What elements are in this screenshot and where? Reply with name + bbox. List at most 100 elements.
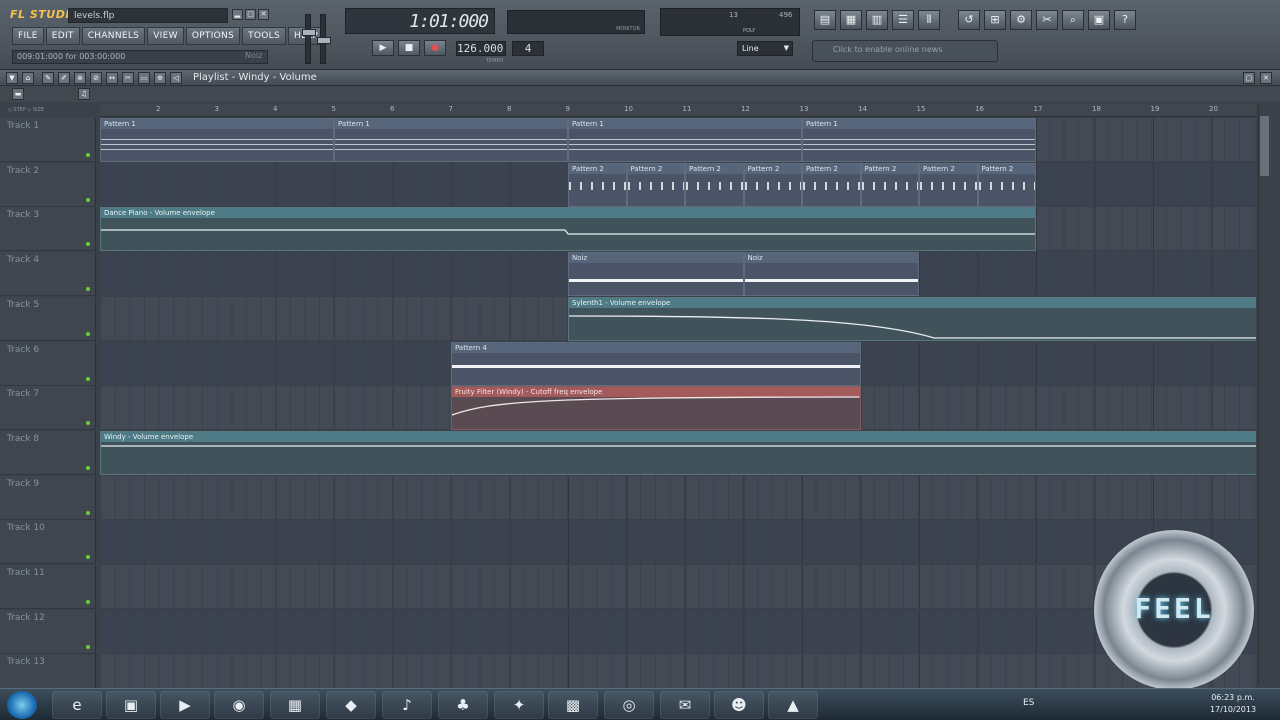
headphones-icon[interactable]: ♪ — [382, 691, 432, 719]
mixer-icon[interactable]: ⫴ — [918, 10, 940, 30]
pattern-clip[interactable]: Pattern 2 — [743, 162, 802, 207]
track-lane[interactable] — [100, 609, 1256, 654]
track-header[interactable]: Track 8 — [0, 430, 96, 475]
track-mute-led[interactable] — [86, 465, 90, 470]
maximize-icon[interactable]: ▢ — [245, 9, 256, 20]
track-header[interactable]: Track 13 — [0, 654, 96, 688]
play-button[interactable]: ▶ — [372, 40, 394, 56]
track-lane[interactable] — [100, 475, 1256, 520]
track-mute-led[interactable] — [86, 644, 90, 649]
timeline-ruler[interactable]: 2 3 4 5 6 7 8 9 10 11 12 13 14 15 16 17 18 19 20 — [100, 104, 1256, 117]
app-icon[interactable]: ▦ — [270, 691, 320, 719]
pattern-clip[interactable]: Pattern 2 — [919, 162, 978, 207]
browser-icon[interactable]: ☰ — [892, 10, 914, 30]
zoom-tool-icon[interactable]: ⊕ — [154, 72, 166, 84]
pattern-clip[interactable]: Pattern 2 — [860, 162, 919, 207]
app-icon[interactable]: ☻ — [714, 691, 764, 719]
track-header[interactable]: Track 12 — [0, 609, 96, 654]
track-header[interactable]: Track 7 — [0, 386, 96, 431]
track-mute-led[interactable] — [86, 376, 90, 381]
pattern-clip[interactable]: Pattern 2 — [977, 162, 1036, 207]
track-mute-led[interactable] — [86, 421, 90, 426]
pattern-clip[interactable]: Pattern 2 — [568, 162, 627, 207]
track-mute-led[interactable] — [86, 287, 90, 292]
pattern-clip[interactable]: Pattern 4 — [451, 341, 861, 386]
menu-channels[interactable]: CHANNELS — [81, 27, 146, 45]
menu-tools[interactable]: TOOLS — [242, 27, 287, 45]
pattern-clip[interactable]: Pattern 1 — [802, 118, 1036, 162]
track-header[interactable]: Track 2 — [0, 162, 96, 207]
envelope-clip[interactable]: Windy - Volume envelope — [100, 430, 1256, 475]
track-header[interactable]: Track 4 — [0, 252, 96, 297]
vertical-scrollbar[interactable] — [1258, 104, 1270, 684]
start-button[interactable] — [7, 691, 37, 719]
paint-tool-icon[interactable]: ✐ — [58, 72, 70, 84]
track-mute-led[interactable] — [86, 600, 90, 604]
audio-clip[interactable]: Noiz — [568, 252, 744, 297]
playlist-menu-icon[interactable]: ▼ — [6, 72, 18, 84]
plugin-icon[interactable]: ⚙ — [1010, 10, 1032, 30]
track-mute-led[interactable] — [86, 242, 90, 247]
pin-icon[interactable]: ⌂ — [22, 72, 34, 84]
delete-tool-icon[interactable]: ⊗ — [74, 72, 86, 84]
step-sequencer-icon[interactable]: ▦ — [840, 10, 862, 30]
envelope-clip[interactable]: Fruity Filter (Windy) - Cutoff freq enve… — [451, 386, 861, 431]
menu-file[interactable]: FILE — [12, 27, 44, 45]
language-indicator[interactable]: ES — [1023, 698, 1034, 708]
track-header[interactable]: Track 9 — [0, 475, 96, 520]
pattern-clip[interactable]: Pattern 2 — [685, 162, 744, 207]
playlist-icon[interactable]: ▤ — [814, 10, 836, 30]
slip-tool-icon[interactable]: ↔ — [106, 72, 118, 84]
track-mute-led[interactable] — [86, 555, 90, 560]
track-lane[interactable] — [100, 565, 1256, 609]
ie-icon[interactable]: e — [52, 691, 102, 719]
tempo-display[interactable]: 126.000 — [456, 41, 506, 56]
snap-icon[interactable]: ♫ — [78, 88, 90, 100]
pattern-clip[interactable]: Pattern 2 — [626, 162, 685, 207]
master-pitch-slider[interactable] — [317, 14, 331, 64]
track-header[interactable]: Track 5 — [0, 296, 96, 341]
track-lane[interactable] — [100, 520, 1256, 565]
pattern-clip[interactable]: Pattern 1 — [568, 118, 802, 162]
pattern-clip[interactable]: Pattern 2 — [802, 162, 861, 207]
envelope-clip[interactable]: Sylenth1 - Volume envelope — [568, 296, 1256, 341]
notes-icon[interactable]: ✉ — [660, 691, 710, 719]
track-lane[interactable] — [100, 654, 1256, 688]
maximize-icon[interactable]: ▢ — [1243, 72, 1255, 84]
track-header[interactable]: Track 3 — [0, 207, 96, 252]
snap-selector[interactable]: Line ▼ — [737, 41, 793, 56]
track-mute-led[interactable] — [86, 197, 90, 202]
select-tool-icon[interactable]: ▭ — [138, 72, 150, 84]
piano-roll-icon[interactable]: ▥ — [866, 10, 888, 30]
help-icon[interactable]: ? — [1114, 10, 1136, 30]
menu-view[interactable]: VIEW — [147, 27, 184, 45]
pattern-selector[interactable]: 4 — [512, 41, 544, 56]
playback-tool-icon[interactable]: ◁ — [170, 72, 182, 84]
pattern-clip[interactable]: Pattern 1 — [334, 118, 568, 162]
pattern-clip[interactable]: Pattern 1 — [100, 118, 334, 162]
fl-studio-icon[interactable]: ♣ — [438, 691, 488, 719]
track-mute-led[interactable] — [86, 510, 90, 515]
imgburn-icon[interactable]: ◎ — [604, 691, 654, 719]
menu-options[interactable]: OPTIONS — [185, 27, 241, 45]
track-mute-led[interactable] — [86, 153, 90, 157]
stop-button[interactable]: ■ — [398, 40, 420, 56]
cut-icon[interactable]: ✂ — [1036, 10, 1058, 30]
close-icon[interactable]: ✕ — [258, 9, 269, 20]
draw-tool-icon[interactable]: ✎ — [42, 72, 54, 84]
app-icon[interactable]: ◆ — [326, 691, 376, 719]
system-clock[interactable]: 06:23 p.m. 17/10/2013 — [1194, 692, 1272, 716]
search-icon[interactable]: ⌕ — [1062, 10, 1084, 30]
folder-icon[interactable]: ▣ — [106, 691, 156, 719]
master-volume-slider[interactable] — [302, 14, 316, 64]
track-header[interactable]: Track 11 — [0, 565, 96, 609]
project-filename[interactable]: levels.flp — [68, 8, 228, 23]
envelope-clip[interactable]: Dance Piano - Volume envelope — [100, 207, 1036, 252]
track-header[interactable]: Track 10 — [0, 520, 96, 565]
audio-clip[interactable]: Noiz — [743, 252, 919, 297]
chrome-icon[interactable]: ◉ — [214, 691, 264, 719]
mute-tool-icon[interactable]: ⊘ — [90, 72, 102, 84]
online-news-bar[interactable]: Click to enable online news — [812, 40, 998, 62]
app-icon[interactable]: ✦ — [494, 691, 544, 719]
media-player-icon[interactable]: ▶ — [160, 691, 210, 719]
